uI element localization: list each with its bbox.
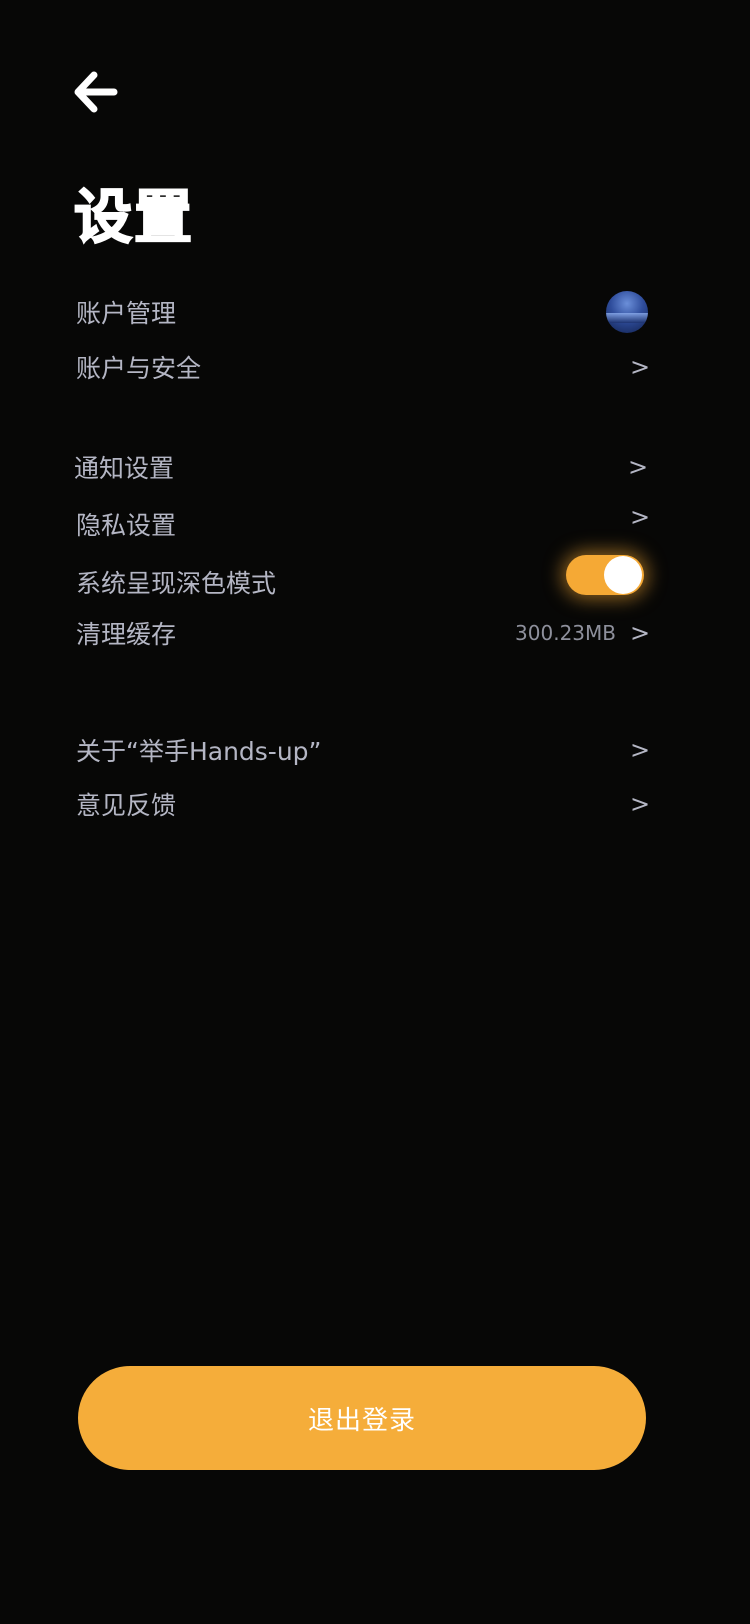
- notification-settings-label: 通知设置: [74, 454, 175, 483]
- account-management-row[interactable]: 账户管理: [76, 287, 648, 337]
- avatar[interactable]: [606, 291, 648, 333]
- chevron-right-icon: >: [630, 503, 651, 531]
- about-label: 关于“举手Hands-up”: [76, 737, 322, 766]
- cache-size-value: 300.23MB: [515, 621, 616, 645]
- chevron-right-icon: >: [630, 736, 651, 764]
- clear-cache-label: 清理缓存: [76, 620, 177, 649]
- notification-settings-row[interactable]: 通知设置 >: [74, 442, 649, 492]
- dark-mode-label: 系统呈现深色模式: [76, 569, 277, 598]
- chevron-right-icon: >: [630, 790, 651, 818]
- privacy-settings-label: 隐私设置: [76, 511, 177, 540]
- privacy-settings-row[interactable]: 隐私设置 >: [76, 499, 651, 549]
- account-security-label: 账户与安全: [76, 354, 202, 383]
- chevron-right-icon: >: [630, 353, 651, 381]
- arrow-left-icon: [74, 71, 118, 113]
- dark-mode-toggle[interactable]: [566, 555, 644, 595]
- dark-mode-row: 系统呈现深色模式: [76, 555, 646, 607]
- page-title: 设置: [73, 183, 195, 251]
- feedback-row[interactable]: 意见反馈 >: [76, 779, 651, 829]
- logout-button[interactable]: 退出登录: [78, 1366, 646, 1470]
- about-row[interactable]: 关于“举手Hands-up” >: [76, 725, 651, 775]
- back-button[interactable]: [62, 62, 128, 122]
- feedback-label: 意见反馈: [76, 791, 177, 820]
- chevron-right-icon: >: [628, 453, 649, 481]
- clear-cache-row[interactable]: 清理缓存 300.23MB >: [76, 608, 651, 658]
- account-management-label: 账户管理: [76, 299, 177, 328]
- chevron-right-icon: >: [630, 619, 651, 647]
- toggle-knob: [604, 556, 642, 594]
- account-security-row[interactable]: 账户与安全 >: [76, 342, 651, 392]
